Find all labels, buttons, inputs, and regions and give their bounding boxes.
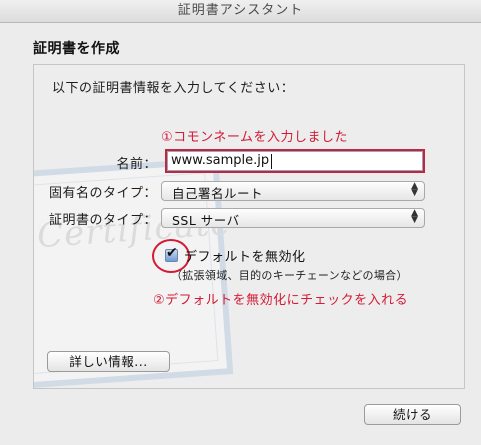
name-label: 名前：	[116, 157, 157, 172]
certificate-type-label: 証明書のタイプ：	[48, 213, 157, 228]
name-input-value: www.sample.jp	[171, 153, 270, 168]
instruction-text: 以下の証明書情報を入力してください：	[52, 81, 295, 96]
page-heading: 証明書を作成	[33, 41, 120, 57]
override-defaults-checkbox[interactable]: ✔	[165, 245, 178, 262]
continue-button[interactable]: 続ける	[364, 404, 461, 425]
text-caret	[271, 154, 272, 169]
checkmark-icon: ✔	[166, 245, 178, 261]
name-input[interactable]: www.sample.jp	[165, 149, 425, 173]
annotation-step1: ①コモンネームを入力しました	[161, 130, 349, 145]
updown-arrows-icon: ▲ ▼	[411, 181, 418, 198]
annotation-step2: ②デフォルトを無効化にチェックを入れる	[153, 293, 409, 308]
override-defaults-description: （拡張領域、目的のキーチェーンなどの場合）	[171, 269, 408, 282]
updown-arrows-icon: ▲ ▼	[411, 208, 418, 225]
more-info-button[interactable]: 詳しい情報...	[47, 351, 170, 372]
override-defaults-label: デフォルトを無効化	[184, 250, 306, 265]
certificate-info-panel: Certificate 以下の証明書情報を入力してください： ①コモンネームを入…	[33, 64, 465, 389]
identity-type-select[interactable]: 自己署名ルート ▲ ▼	[161, 181, 425, 201]
certificate-type-select[interactable]: SSL サーバ ▲ ▼	[161, 208, 425, 228]
certificate-type-value: SSL サーバ	[172, 213, 240, 228]
identity-type-label: 固有名のタイプ：	[48, 186, 157, 201]
window-title: 証明書アシスタント	[0, 0, 481, 23]
identity-type-value: 自己署名ルート	[172, 186, 264, 201]
